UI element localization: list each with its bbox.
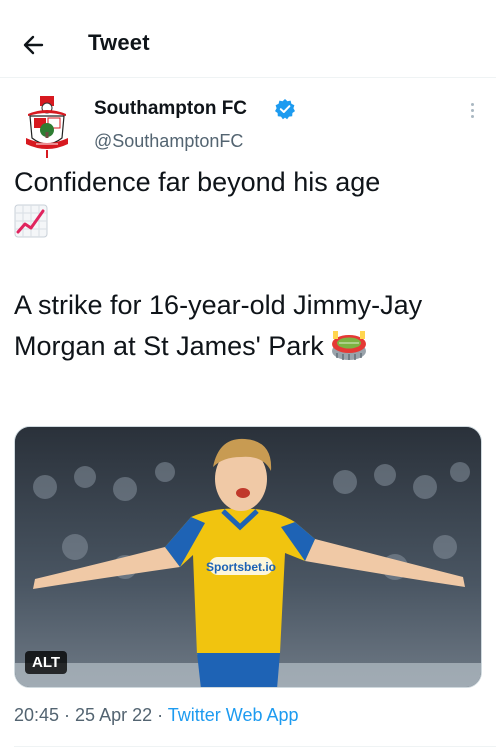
back-button[interactable]	[18, 30, 50, 60]
tweet-line-2: A strike for 16-year-old Jimmy-Jay Morga…	[14, 285, 484, 373]
player-celebration-image: Sportsbet.io	[15, 427, 481, 687]
top-bar: Tweet	[0, 0, 496, 78]
tweet-line-1-emoji	[14, 203, 484, 244]
meta-separator: ·	[152, 705, 168, 725]
more-dots-icon	[462, 103, 482, 118]
arrow-left-icon	[23, 35, 44, 55]
author-handle[interactable]: @SouthamptonFC	[94, 131, 243, 152]
tweet-text: Confidence far beyond his age A strike f…	[14, 162, 484, 373]
tweet-blank-line	[14, 244, 484, 285]
tweet-metadata: 20:45 · 25 Apr 22 · Twitter Web App	[14, 705, 299, 726]
page-title: Tweet	[88, 30, 150, 55]
author-avatar[interactable]	[22, 94, 72, 160]
shirt-sponsor: Sportsbet.io	[206, 560, 276, 574]
tweet-date[interactable]: 25 Apr 22	[75, 705, 152, 725]
author-name[interactable]: Southampton FC	[94, 98, 247, 120]
alt-text-badge[interactable]: ALT	[25, 651, 68, 674]
verified-badge-icon	[275, 99, 295, 120]
tweet-time[interactable]: 20:45	[14, 705, 59, 725]
more-options-button[interactable]	[462, 100, 482, 124]
stadium-icon	[331, 329, 367, 373]
tweet-source[interactable]: Twitter Web App	[168, 705, 299, 725]
verified-badge	[274, 98, 296, 120]
tweet-line-1-text: Confidence far beyond his age	[14, 167, 381, 197]
divider	[14, 746, 496, 747]
meta-separator: ·	[59, 705, 76, 725]
southampton-crest-icon	[26, 96, 68, 158]
tweet-image[interactable]: Sportsbet.io ALT	[14, 426, 482, 688]
chart-increasing-icon	[14, 204, 48, 250]
tweet-line-1: Confidence far beyond his age	[14, 162, 484, 203]
